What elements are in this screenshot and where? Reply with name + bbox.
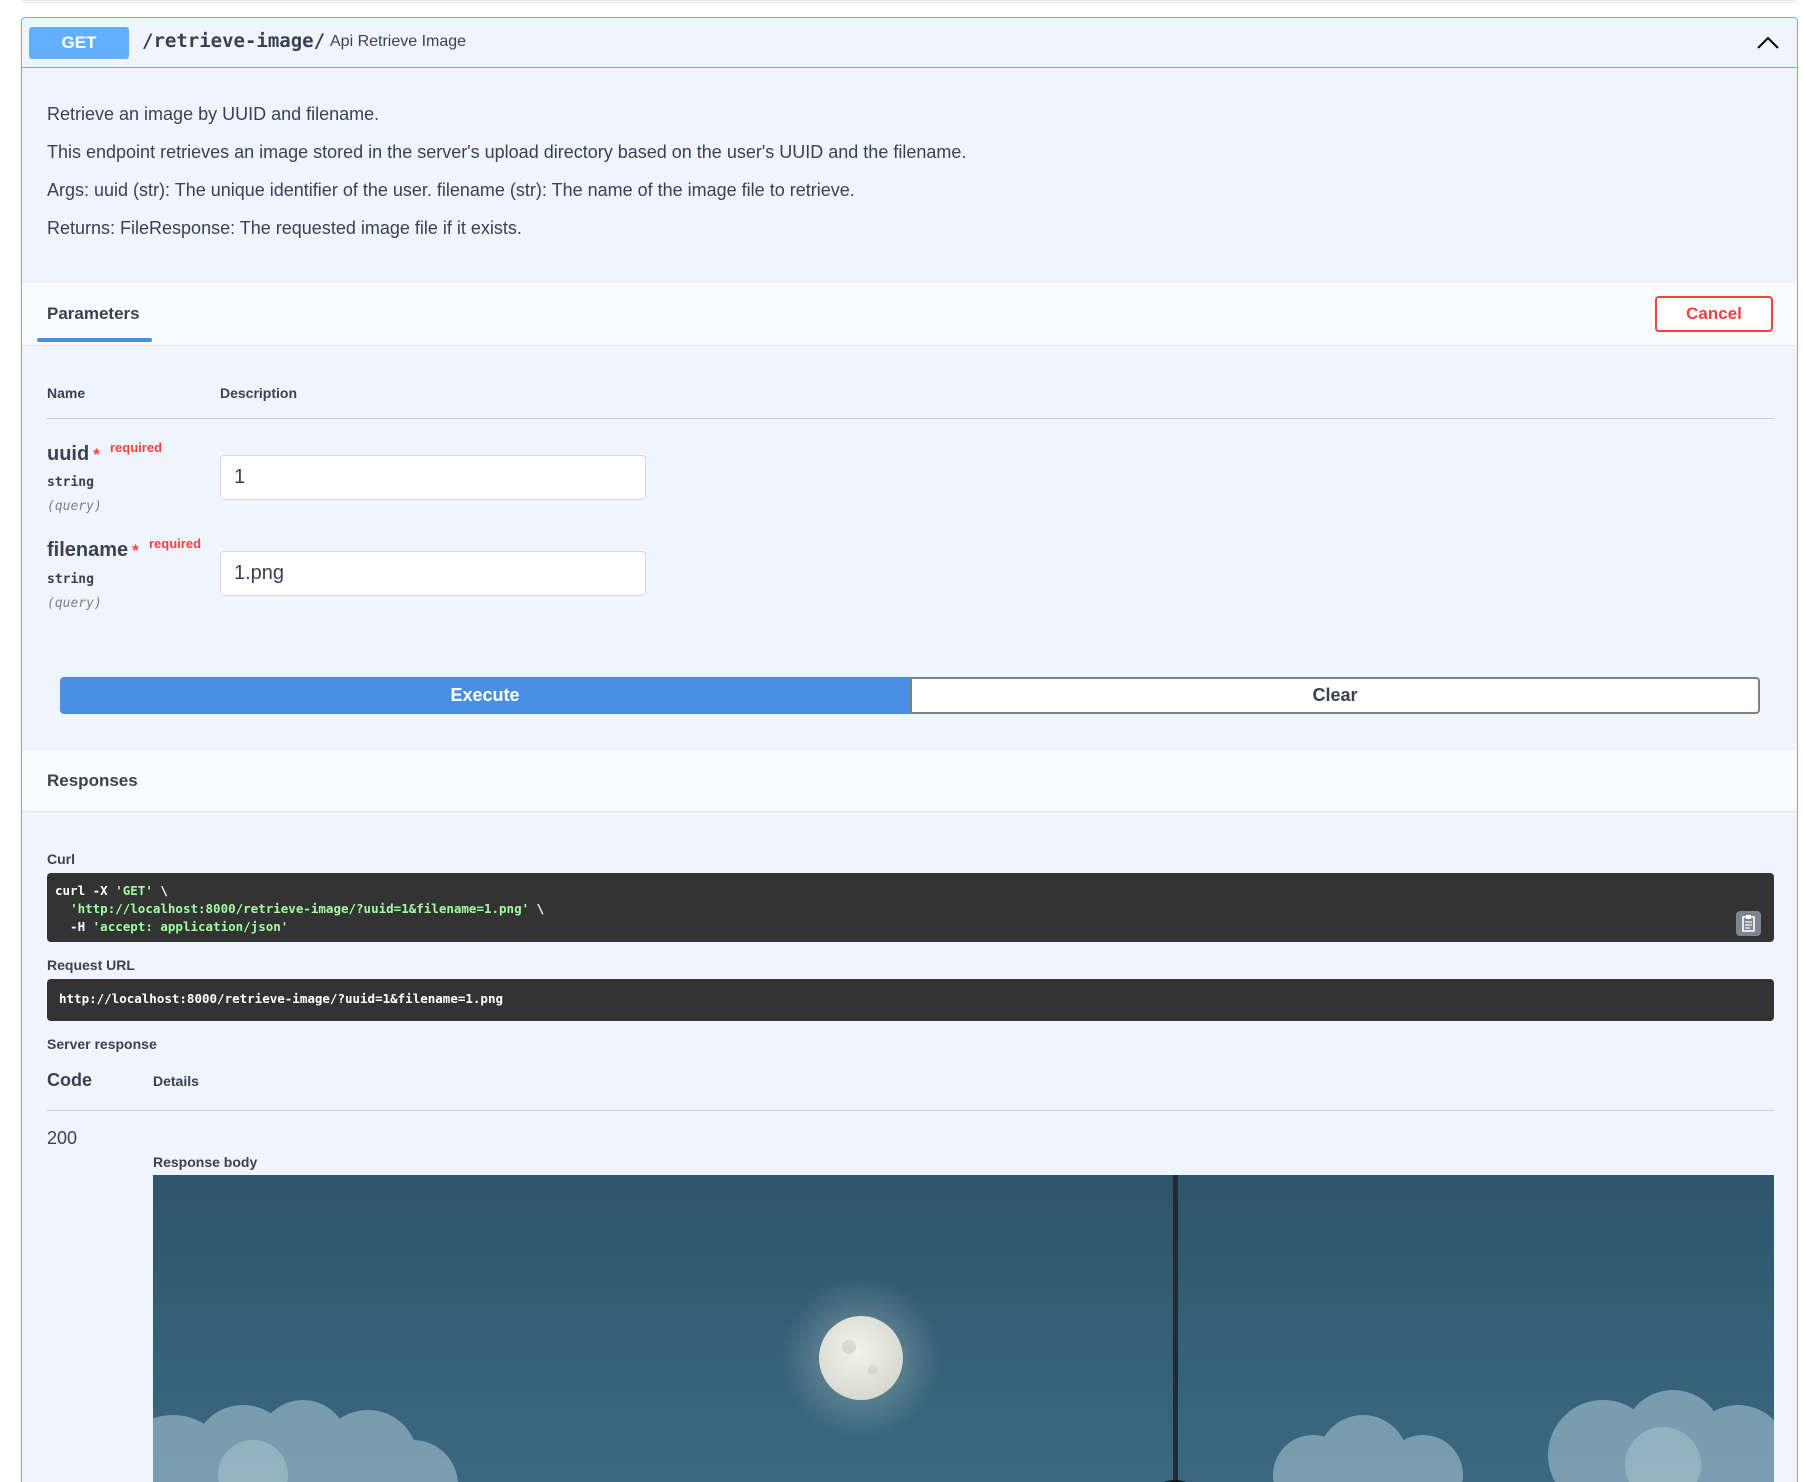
response-body-label: Response body	[153, 1154, 258, 1170]
method-badge: GET	[29, 27, 129, 59]
curl-label: Curl	[47, 851, 75, 867]
param-type: string	[47, 475, 94, 490]
curl-line: curl -X 'GET' \	[55, 883, 168, 898]
param-name-filename: filename *	[47, 539, 139, 561]
curl-command[interactable]: curl -X 'GET' \ 'http://localhost:8000/r…	[47, 873, 1774, 942]
execute-button[interactable]: Execute	[60, 677, 910, 714]
operation-summary-text: Api Retrieve Image	[330, 33, 467, 50]
param-location: (query)	[47, 596, 102, 611]
description-line: This endpoint retrieves an image stored …	[47, 142, 967, 162]
filename-input[interactable]	[220, 551, 646, 596]
uuid-input[interactable]	[220, 455, 646, 500]
night-sky-moon-image	[153, 1175, 1774, 1482]
request-url-label: Request URL	[47, 957, 135, 973]
tab-parameters[interactable]: Parameters	[47, 304, 140, 324]
column-header-description: Description	[220, 385, 298, 401]
description-line: Retrieve an image by UUID and filename.	[47, 104, 380, 124]
cancel-button[interactable]: Cancel	[1655, 296, 1773, 332]
param-type: string	[47, 572, 94, 587]
divider	[47, 418, 1774, 419]
tab-active-indicator	[37, 338, 152, 342]
divider	[47, 1110, 1774, 1111]
parameters-header: Parameters Cancel	[22, 283, 1797, 346]
chevron-up-icon[interactable]	[1755, 30, 1781, 56]
required-star: *	[132, 541, 139, 560]
required-label: required	[110, 440, 163, 455]
description-line: Args: uuid (str): The unique identifier …	[47, 180, 855, 200]
column-header-name: Name	[47, 385, 86, 401]
clear-button[interactable]: Clear	[910, 677, 1760, 714]
description-line: Returns: FileResponse: The requested ima…	[47, 218, 522, 238]
responses-title: Responses	[47, 771, 138, 790]
code-column-header: Code	[47, 1070, 92, 1090]
execute-wrapper: Execute Clear	[60, 677, 1760, 714]
curl-line: -H 'accept: application/json'	[55, 919, 289, 934]
responses-header: Responses	[22, 750, 1797, 812]
param-name-uuid: uuid *	[47, 443, 100, 465]
required-star: *	[93, 445, 100, 464]
required-label: required	[149, 536, 202, 551]
previous-block-edge	[22, 0, 1796, 3]
server-response-label: Server response	[47, 1036, 157, 1052]
response-body-image	[153, 1175, 1774, 1482]
details-column-header: Details	[153, 1073, 199, 1089]
response-status-code: 200	[47, 1128, 78, 1148]
curl-line: 'http://localhost:8000/retrieve-image/?u…	[70, 901, 545, 916]
operation-description: Retrieve an image by UUID and filename. …	[47, 104, 966, 256]
request-url[interactable]: http://localhost:8000/retrieve-image/?uu…	[47, 979, 1774, 1021]
operation-block-get: GET /retrieve-image/ Api Retrieve Image …	[21, 17, 1798, 1482]
clipboard-icon[interactable]	[1736, 911, 1761, 936]
operation-path: /retrieve-image/	[142, 30, 326, 52]
param-location: (query)	[47, 499, 102, 514]
operation-summary[interactable]: GET /retrieve-image/ Api Retrieve Image	[22, 18, 1797, 68]
